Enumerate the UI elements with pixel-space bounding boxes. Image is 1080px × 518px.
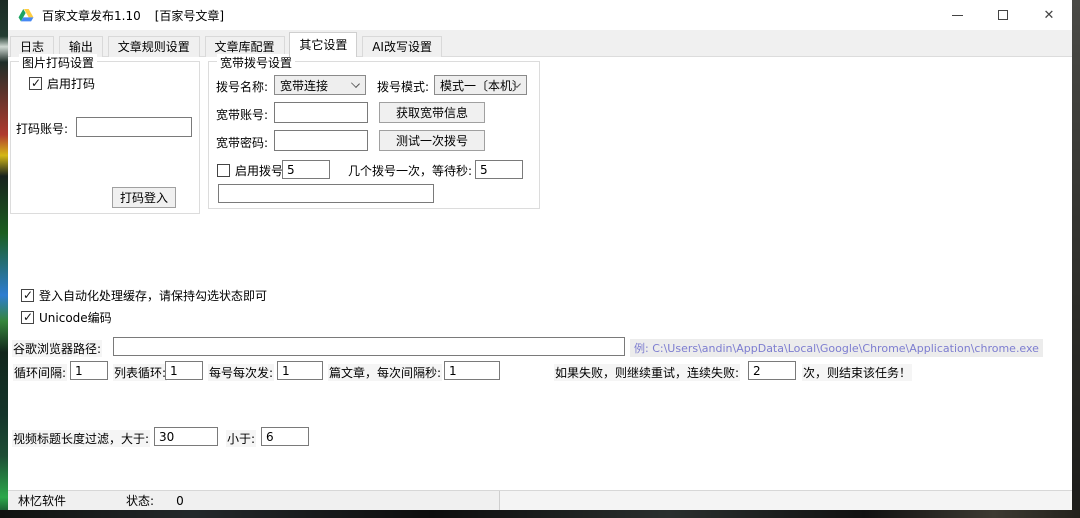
tab-article-rules[interactable]: 文章规则设置	[108, 36, 200, 57]
list-loop-input[interactable]	[165, 361, 203, 380]
minimize-icon	[952, 15, 963, 16]
dial-group-title: 宽带拨号设置	[217, 54, 295, 71]
chrome-path-input[interactable]	[113, 337, 625, 356]
dial-name-select[interactable]: 宽带连接	[274, 75, 366, 95]
window-subtitle: [百家号文章]	[155, 7, 224, 24]
test-dial-button[interactable]: 测试一次拨号	[379, 130, 485, 151]
tab-bar: 日志 输出 文章规则设置 文章库配置 其它设置 AI改写设置	[8, 30, 1072, 57]
dial-wait-input[interactable]	[475, 160, 523, 179]
video-gt-input[interactable]	[154, 427, 218, 446]
dial-name-label: 拨号名称:	[215, 78, 269, 95]
dial-name-value: 宽带连接	[280, 77, 328, 94]
video-lt-input[interactable]	[261, 427, 309, 446]
status-bar: 林忆软件 状态: 0	[8, 490, 1072, 510]
status-value: 0	[176, 494, 184, 508]
enable-captcha-checkbox[interactable]: 启用打码	[29, 75, 95, 92]
per-account-label: 每号每次发:	[208, 364, 274, 381]
loop-interval-label: 循环间隔:	[13, 364, 67, 381]
fail-count-input[interactable]	[748, 361, 796, 380]
dial-count-input[interactable]	[282, 160, 330, 179]
chevron-down-icon	[351, 79, 360, 88]
enable-dial-checkbox[interactable]: 启用拨号	[217, 162, 283, 179]
get-broadband-info-button[interactable]: 获取宽带信息	[379, 102, 485, 123]
title-bar: 百家文章发布1.10 [百家号文章] ✕	[8, 0, 1072, 30]
broadband-password-label: 宽带密码:	[215, 134, 269, 151]
video-lt-label: 小于:	[226, 430, 256, 447]
captcha-login-button[interactable]: 打码登入	[112, 187, 176, 208]
close-icon: ✕	[1044, 9, 1055, 22]
tab-other-settings[interactable]: 其它设置	[289, 32, 357, 57]
login-cache-label: 登入自动化处理缓存，请保持勾选状态即可	[39, 287, 267, 304]
checkbox-icon	[217, 164, 230, 177]
fail-suffix-label: 次，则结束该任务！	[802, 364, 912, 381]
per-article-input[interactable]	[444, 361, 500, 380]
dial-extra-input[interactable]	[218, 184, 434, 203]
status-panel-right	[500, 491, 1072, 510]
dial-settings-group: 宽带拨号设置 拨号名称: 宽带连接 拨号模式: 模式一〔本机〕 宽带账号: 获取…	[208, 61, 540, 209]
dial-mode-select[interactable]: 模式一〔本机〕	[434, 75, 527, 95]
captcha-account-label: 打码账号:	[15, 120, 69, 137]
app-window: 百家文章发布1.10 [百家号文章] ✕ 日志 输出 文章规则设置 文章库配置 …	[8, 0, 1072, 510]
maximize-button[interactable]	[980, 0, 1026, 30]
minimize-button[interactable]	[934, 0, 980, 30]
maximize-icon	[998, 10, 1008, 20]
captcha-settings-group: 图片打码设置 启用打码 打码账号: 打码登入	[10, 61, 200, 214]
unicode-checkbox[interactable]: Unicode编码	[21, 309, 112, 326]
chrome-path-label: 谷歌浏览器路径:	[12, 340, 102, 357]
checkbox-icon	[21, 311, 34, 324]
broadband-account-label: 宽带账号:	[215, 106, 269, 123]
status-panel-left: 林忆软件 状态: 0	[8, 491, 500, 510]
video-title-filter-label: 视频标题长度过滤，大于:	[12, 430, 150, 447]
app-icon	[18, 8, 34, 23]
dial-mode-label: 拨号模式:	[376, 78, 430, 95]
chrome-path-hint: 例: C:\Users\andin\AppData\Local\Google\C…	[630, 339, 1043, 357]
list-loop-label: 列表循环:	[113, 364, 167, 381]
per-account-input[interactable]	[277, 361, 323, 380]
close-button[interactable]: ✕	[1026, 0, 1072, 30]
checkbox-icon	[21, 289, 34, 302]
captcha-group-title: 图片打码设置	[19, 54, 97, 71]
brand-label: 林忆软件	[18, 492, 66, 509]
broadband-password-input[interactable]	[274, 130, 368, 151]
dial-wait-label: 几个拨号一次，等待秒:	[347, 162, 473, 179]
loop-interval-input[interactable]	[70, 361, 108, 380]
per-article-label: 篇文章，每次间隔秒:	[328, 364, 442, 381]
desktop-edge-left	[0, 0, 8, 518]
enable-captcha-label: 启用打码	[47, 75, 95, 92]
enable-dial-label: 启用拨号	[235, 162, 283, 179]
other-settings-panel: 图片打码设置 启用打码 打码账号: 打码登入 宽带拨号设置 拨号名称: 宽带连接…	[8, 57, 1072, 490]
desktop-edge-right	[1072, 0, 1080, 518]
window-title: 百家文章发布1.10	[42, 7, 141, 24]
desktop-edge-bottom	[0, 510, 1080, 518]
dial-mode-value: 模式一〔本机〕	[440, 77, 524, 94]
fail-retry-label: 如果失败，则继续重试，连续失败:	[554, 364, 740, 381]
broadband-account-input[interactable]	[274, 102, 368, 123]
unicode-label: Unicode编码	[39, 309, 112, 326]
captcha-account-input[interactable]	[76, 117, 192, 137]
status-label: 状态:	[126, 492, 154, 509]
login-cache-checkbox[interactable]: 登入自动化处理缓存，请保持勾选状态即可	[21, 287, 267, 304]
checkbox-icon	[29, 77, 42, 90]
tab-ai-rewrite[interactable]: AI改写设置	[362, 36, 442, 57]
